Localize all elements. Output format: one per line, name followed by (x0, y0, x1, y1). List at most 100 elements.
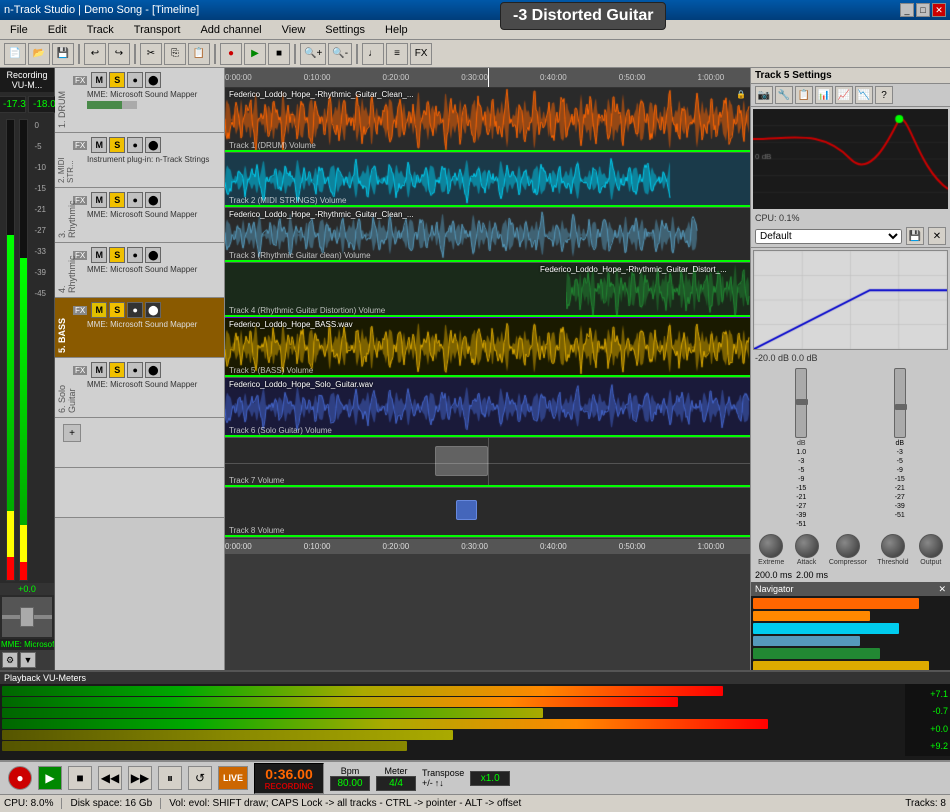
menu-edit[interactable]: Edit (42, 23, 73, 37)
vu-settings-btn[interactable]: ⚙ (2, 652, 18, 668)
track-7-add[interactable]: + (63, 424, 81, 442)
track-4-mono[interactable]: ⬤ (145, 247, 161, 263)
comp-preset-select[interactable]: Default (755, 229, 902, 244)
track-1-mono[interactable]: ⬤ (145, 72, 161, 88)
knob-extreme-control[interactable] (759, 534, 783, 558)
track-2-mono[interactable]: ⬤ (145, 137, 161, 153)
track-1-fx[interactable]: FX (73, 76, 87, 85)
minimize-button[interactable]: _ (900, 3, 914, 17)
menu-view[interactable]: View (276, 23, 312, 37)
play-button[interactable]: ▶ (38, 766, 62, 790)
close-button[interactable]: ✕ (932, 3, 946, 17)
track-row-4[interactable]: Federico_Loddo_Hope_-Rhythmic_Guitar_Dis… (225, 263, 750, 318)
toolbar-new[interactable]: 📄 (4, 43, 26, 65)
track-row-8[interactable]: Track 8 Volume (225, 488, 750, 538)
slider-1[interactable] (795, 368, 807, 438)
track-5-mono[interactable]: ⬤ (145, 302, 161, 318)
track-4-solo[interactable]: S (109, 247, 125, 263)
track-6-mono[interactable]: ⬤ (145, 362, 161, 378)
menu-help[interactable]: Help (379, 23, 414, 37)
speed-value[interactable]: x1.0 (470, 771, 510, 786)
track-row-1[interactable]: Federico_Loddo_Hope_-Rhythmic_Guitar_Cle… (225, 88, 750, 153)
knob-threshold-control[interactable] (881, 534, 905, 558)
rp-icon-3[interactable]: 📋 (795, 86, 813, 104)
track-6-arm[interactable]: ● (127, 362, 143, 378)
live-button[interactable]: LIVE (218, 766, 248, 790)
knob-compressor-control[interactable] (836, 534, 860, 558)
track-6-mute[interactable]: M (91, 362, 107, 378)
track-5-fx[interactable]: FX (73, 306, 87, 315)
track-5-solo[interactable]: S (109, 302, 125, 318)
track-4-arm[interactable]: ● (127, 247, 143, 263)
toolbar-stop[interactable]: ■ (268, 43, 290, 65)
rewind-button[interactable]: ◀◀ (98, 766, 122, 790)
track-8-clip[interactable] (456, 500, 477, 520)
comp-save[interactable]: 💾 (906, 227, 924, 245)
toolbar-save[interactable]: 💾 (52, 43, 74, 65)
comp-close[interactable]: ✕ (928, 227, 946, 245)
toolbar-copy[interactable]: ⎘ (164, 43, 186, 65)
rp-icon-4[interactable]: 📊 (815, 86, 833, 104)
track-2-arm[interactable]: ● (127, 137, 143, 153)
slider-2[interactable] (894, 368, 906, 438)
vu-fader-area[interactable] (2, 597, 52, 637)
knob-attack-control[interactable] (795, 534, 819, 558)
track-2-solo[interactable]: S (109, 137, 125, 153)
vu-extra-btn[interactable]: ▼ (20, 652, 36, 668)
rp-icon-6[interactable]: 📉 (855, 86, 873, 104)
track-row-7[interactable]: Track 7 Volume (225, 438, 750, 488)
rp-help[interactable]: ? (875, 86, 893, 104)
toolbar-rec[interactable]: ● (220, 43, 242, 65)
navigator-close[interactable]: ✕ (938, 584, 946, 595)
menu-track[interactable]: Track (81, 23, 120, 37)
track-5-mute[interactable]: M (91, 302, 107, 318)
rp-icon-5[interactable]: 📈 (835, 86, 853, 104)
loop-button[interactable]: ↺ (188, 766, 212, 790)
track-2-mute[interactable]: M (91, 137, 107, 153)
rp-icon-1[interactable]: 📷 (755, 86, 773, 104)
menu-addchannel[interactable]: Add channel (194, 23, 267, 37)
maximize-button[interactable]: □ (916, 3, 930, 17)
transpose-down[interactable]: +/- (422, 778, 433, 788)
bpm-value[interactable]: 80.00 (330, 776, 370, 791)
track-row-3[interactable]: Federico_Loddo_Hope_-Rhythmic_Guitar_Cle… (225, 208, 750, 263)
track-1-solo[interactable]: S (109, 72, 125, 88)
rp-icon-2[interactable]: 🔧 (775, 86, 793, 104)
track-2-fx[interactable]: FX (73, 141, 87, 150)
track-3-arm[interactable]: ● (127, 192, 143, 208)
track-1-arm[interactable]: ● (127, 72, 143, 88)
eq-canvas[interactable] (753, 109, 948, 209)
knob-output-control[interactable] (919, 534, 943, 558)
toolbar-paste[interactable]: 📋 (188, 43, 210, 65)
meter-value[interactable]: 4/4 (376, 776, 416, 791)
track-1-volume[interactable] (87, 101, 137, 109)
track-row-2[interactable]: Track 2 (MIDI STRINGS) Volume (225, 153, 750, 208)
toolbar-fx[interactable]: FX (410, 43, 432, 65)
track-row-5[interactable]: Federico_Loddo_Hope_BASS.wav Track 5 (BA… (225, 318, 750, 378)
toolbar-metronome[interactable]: ♩ (362, 43, 384, 65)
toolbar-play[interactable]: ▶ (244, 43, 266, 65)
track-6-solo[interactable]: S (109, 362, 125, 378)
toolbar-redo[interactable]: ↪ (108, 43, 130, 65)
toolbar-open[interactable]: 📂 (28, 43, 50, 65)
track-3-solo[interactable]: S (109, 192, 125, 208)
toolbar-zoom-in[interactable]: 🔍+ (300, 43, 326, 65)
toolbar-cut[interactable]: ✂ (140, 43, 162, 65)
track-1-mute[interactable]: M (91, 72, 107, 88)
menu-settings[interactable]: Settings (319, 23, 371, 37)
toolbar-zoom-out[interactable]: 🔍- (328, 43, 352, 65)
track-5-arm[interactable]: ● (127, 302, 143, 318)
menu-file[interactable]: File (4, 23, 34, 37)
stop-button[interactable]: ■ (68, 766, 92, 790)
ff-button[interactable]: ▶▶ (128, 766, 152, 790)
menu-transport[interactable]: Transport (128, 23, 187, 37)
toolbar-undo[interactable]: ↩ (84, 43, 106, 65)
track-3-mute[interactable]: M (91, 192, 107, 208)
toolbar-mixer[interactable]: ≡ (386, 43, 408, 65)
track-3-mono[interactable]: ⬤ (145, 192, 161, 208)
track-row-6[interactable]: Federico_Loddo_Hope_Solo_Guitar.wav Trac… (225, 378, 750, 438)
track-4-mute[interactable]: M (91, 247, 107, 263)
pause-button[interactable]: ⏸ (158, 766, 182, 790)
record-button[interactable]: ● (8, 766, 32, 790)
timeline-area[interactable]: 0:00:00 0:10:00 0:20:00 0:30:00 0:40:00 … (225, 68, 750, 670)
